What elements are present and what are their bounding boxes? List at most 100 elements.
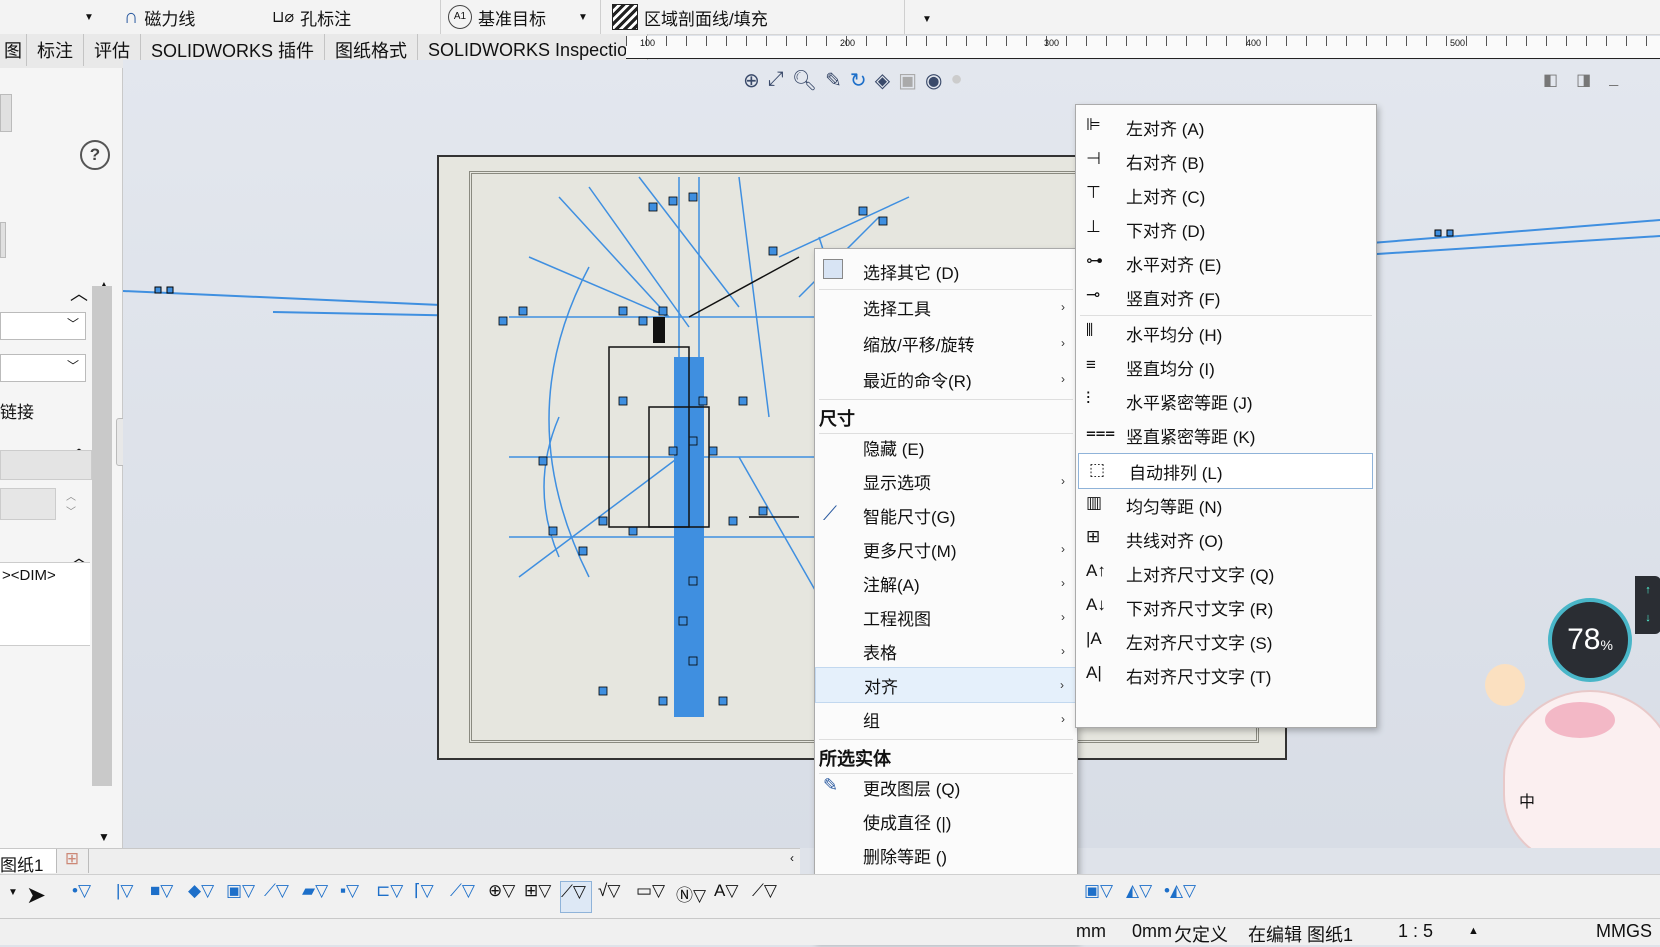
- menu-item-change-layer[interactable]: ✎ 更改图层 (Q): [815, 769, 1077, 805]
- text-align-bottom-icon: A↓: [1086, 595, 1106, 614]
- menu-item-annotations[interactable]: 注解(A) ›: [815, 565, 1077, 601]
- submenu-item-text-align-left[interactable]: |A 左对齐尺寸文字 (S): [1076, 623, 1376, 659]
- filter-axis-icon[interactable]: ⟋▽: [264, 881, 294, 911]
- filter-surface-icon[interactable]: ◆▽: [188, 881, 218, 911]
- scroll-down-icon[interactable]: ▼: [98, 830, 110, 844]
- text-field[interactable]: [0, 450, 92, 480]
- align-top-icon: ⊤: [1086, 183, 1101, 202]
- filter-solid-icon[interactable]: ▣▽: [226, 881, 256, 911]
- filter-plane-icon[interactable]: ▰▽: [302, 881, 332, 911]
- hole-callout-button[interactable]: ⊔⌀ 孔标注: [272, 4, 351, 30]
- filter-datum-icon[interactable]: A▽: [714, 881, 744, 911]
- filter-edge-icon[interactable]: |▽: [116, 881, 146, 911]
- submenu-item-align-bottom[interactable]: ⊥ 下对齐 (D): [1076, 211, 1376, 247]
- submenu-item-space-horizontal[interactable]: ⫶ 水平紧密等距 (J): [1076, 383, 1376, 419]
- status-scale[interactable]: 1 : 5: [1398, 921, 1433, 942]
- align-vertical-icon: ⊸: [1086, 285, 1101, 304]
- filter-sketch-icon[interactable]: ⊏▽: [376, 881, 406, 911]
- filter-origin-icon[interactable]: ⊕▽: [488, 881, 518, 911]
- menu-item-recent-commands[interactable]: 最近的命令(R) ›: [815, 361, 1077, 397]
- menu-item-group[interactable]: 组 ›: [815, 701, 1077, 737]
- filter-face-icon[interactable]: ■▽: [150, 881, 180, 911]
- add-sheet-icon[interactable]: ⊞: [56, 849, 89, 873]
- number-field[interactable]: [0, 488, 56, 520]
- ribbon-dropdown-icon[interactable]: ▼: [84, 12, 94, 23]
- menu-item-more-dimensions[interactable]: 更多尺寸(M) ›: [815, 531, 1077, 567]
- menu-item-display-options[interactable]: 显示选项 ›: [815, 463, 1077, 499]
- scale-up-icon[interactable]: ▲: [1468, 925, 1479, 937]
- horizontal-ruler: 100 200 300 400 500: [626, 36, 1660, 59]
- smart-dimension-icon: ⟋: [823, 503, 837, 525]
- filter-note-icon[interactable]: Ⓝ▽: [676, 881, 706, 911]
- filter-surface-finish-icon[interactable]: √▽: [598, 881, 628, 911]
- filter-connect-icon[interactable]: •◭▽: [1164, 881, 1196, 911]
- submenu-arrow-icon: ›: [1061, 644, 1065, 658]
- tab-annotation[interactable]: 标注: [27, 34, 84, 66]
- filter-dimension-icon[interactable]: ⊞▽: [524, 881, 554, 911]
- magnetic-line-button[interactable]: ∩ 磁力线: [124, 4, 195, 30]
- filter-line-icon[interactable]: ⟋▽: [450, 881, 480, 911]
- submenu-item-distribute-vertical[interactable]: ≡ 竖直均分 (I): [1076, 349, 1376, 385]
- ime-indicator[interactable]: 中: [1519, 788, 1535, 812]
- auto-arrange-icon: ⬚: [1089, 460, 1106, 479]
- dropdown-select[interactable]: ﹀: [0, 312, 86, 340]
- datum-target-icon: A1: [448, 5, 472, 29]
- menu-item-make-diameter[interactable]: 使成直径 (|): [815, 803, 1077, 839]
- tab-view[interactable]: 图: [0, 34, 27, 66]
- dropdown-select[interactable]: ﹀: [0, 354, 86, 382]
- submenu-item-text-align-right[interactable]: A| 右对齐尺寸文字 (T): [1076, 657, 1376, 693]
- filter-dim-active-icon[interactable]: ⟋▽: [560, 881, 592, 913]
- ruler-tick-label: 300: [1044, 38, 1060, 48]
- submenu-item-text-align-top[interactable]: A↑ 上对齐尺寸文字 (Q): [1076, 555, 1376, 591]
- submenu-item-collinear[interactable]: ⊞ 共线对齐 (O): [1076, 521, 1376, 557]
- select-arrow-icon[interactable]: ➤: [26, 881, 56, 911]
- filter-vertex-icon[interactable]: •▽: [72, 881, 102, 911]
- filter-segment-icon[interactable]: ⌈▽: [414, 881, 444, 911]
- filter-dim-icon[interactable]: ◭▽: [1126, 881, 1156, 911]
- menu-item-zoom-pan-rotate[interactable]: 缩放/平移/旋转 ›: [815, 325, 1077, 361]
- menu-item-selection-tools[interactable]: 选择工具 ›: [815, 289, 1077, 325]
- text-align-left-icon: |A: [1086, 629, 1102, 648]
- status-units[interactable]: MMGS: [1596, 921, 1652, 942]
- panel-tab[interactable]: [0, 222, 6, 258]
- submenu-item-space-vertical[interactable]: ⩶ 竖直紧密等距 (K): [1076, 417, 1376, 453]
- hole-callout-icon: ⊔⌀: [272, 9, 295, 26]
- filter-layer-icon[interactable]: ▣▽: [1084, 881, 1114, 911]
- sheet-tab[interactable]: 图纸1: [0, 849, 57, 875]
- menu-item-select-other[interactable]: 选择其它 (D): [815, 253, 1077, 289]
- spin-icon[interactable]: ︿ ﹀: [66, 488, 76, 518]
- submenu-item-text-align-bottom[interactable]: A↓ 下对齐尺寸文字 (R): [1076, 589, 1376, 625]
- menu-item-tables[interactable]: 表格 ›: [815, 633, 1077, 669]
- toolbar-dropdown-icon[interactable]: ▼: [8, 887, 18, 898]
- filter-point-icon[interactable]: ▪▽: [340, 881, 370, 911]
- scroll-left-icon[interactable]: ‹: [790, 851, 794, 865]
- menu-item-delete-offset[interactable]: 删除等距 (): [815, 837, 1077, 873]
- submenu-item-align-horizontal[interactable]: ⊶ 水平对齐 (E): [1076, 245, 1376, 281]
- submenu-item-align-top[interactable]: ⊤ 上对齐 (C): [1076, 177, 1376, 213]
- submenu-item-even-spacing[interactable]: ▥ 均匀等距 (N): [1076, 487, 1376, 523]
- menu-item-align[interactable]: 对齐 ›: [815, 667, 1077, 703]
- submenu-item-align-vertical[interactable]: ⊸ 竖直对齐 (F): [1076, 279, 1376, 315]
- menu-item-smart-dimension[interactable]: ⟋ 智能尺寸(G): [815, 497, 1077, 533]
- ribbon-dropdown-icon[interactable]: ▼: [578, 12, 588, 23]
- submenu-item-align-right[interactable]: ⊣ 右对齐 (B): [1076, 143, 1376, 179]
- panel-scrollbar[interactable]: [92, 286, 112, 786]
- help-icon[interactable]: ?: [80, 140, 110, 170]
- ribbon-dropdown-icon[interactable]: ▼: [922, 14, 932, 25]
- collapse-icon[interactable]: ︿: [70, 280, 88, 306]
- panel-tab[interactable]: [0, 94, 12, 132]
- datum-target-button[interactable]: A1 基准目标: [448, 4, 546, 30]
- submenu-item-distribute-horizontal[interactable]: ⫴ 水平均分 (H): [1076, 315, 1376, 351]
- filter-weld-icon[interactable]: ⟋▽: [752, 881, 782, 911]
- distribute-vertical-icon: ≡: [1086, 355, 1096, 374]
- submenu-item-align-left[interactable]: ⊫ 左对齐 (A): [1076, 109, 1376, 145]
- filter-gtol-icon[interactable]: ▭▽: [636, 881, 666, 911]
- area-hatch-button[interactable]: 区域剖面线/填充: [612, 4, 768, 30]
- submenu-item-auto-arrange[interactable]: ⬚ 自动排列 (L): [1078, 453, 1373, 489]
- align-bottom-icon: ⊥: [1086, 217, 1101, 236]
- align-right-icon: ⊣: [1086, 149, 1101, 168]
- magnet-icon: ∩: [124, 5, 139, 28]
- menu-item-drawing-views[interactable]: 工程视图 ›: [815, 599, 1077, 635]
- status-definition: 欠定义: [1174, 925, 1228, 945]
- menu-item-hide[interactable]: 隐藏 (E): [815, 429, 1077, 465]
